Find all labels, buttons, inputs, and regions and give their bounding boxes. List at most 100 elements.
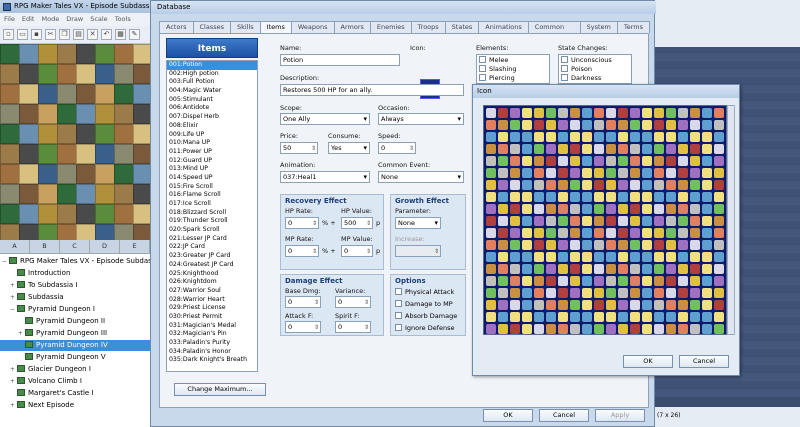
icon-cell[interactable] [582, 324, 592, 334]
icon-cell[interactable] [654, 264, 664, 274]
option-absorb-damage[interactable]: Absorb Damage [395, 312, 457, 321]
tileset-palette[interactable] [0, 44, 150, 240]
icon-cell[interactable] [654, 168, 664, 178]
icon-cell[interactable] [630, 144, 640, 154]
icon-cell[interactable] [630, 216, 640, 226]
icon-cell[interactable] [678, 156, 688, 166]
icon-cell[interactable] [702, 180, 712, 190]
icon-cell[interactable] [642, 312, 652, 322]
icon-cell[interactable] [666, 240, 676, 250]
physical-attack-checkbox[interactable] [395, 288, 402, 295]
icon-cell[interactable] [606, 144, 616, 154]
icon-cell[interactable] [546, 276, 556, 286]
damage-to-mp-checkbox[interactable] [395, 300, 402, 307]
map-tree-item[interactable]: Pyramid Dungeon IV [0, 340, 150, 351]
element-piercing[interactable]: Piercing [479, 74, 515, 83]
state-unconscious[interactable]: Unconscious [561, 56, 612, 65]
item-list-entry[interactable]: 024:Greatest JP Card [167, 261, 257, 270]
item-list-entry[interactable]: 016:Flame Scroll [167, 191, 257, 200]
icon-cell[interactable] [570, 120, 580, 130]
item-list-entry[interactable]: 035:Dark Knight's Breath [167, 356, 257, 365]
tile-tab-b[interactable]: B [30, 240, 60, 253]
icon-cell[interactable] [546, 252, 556, 262]
tab-system[interactable]: System [579, 21, 618, 33]
element-melee-checkbox[interactable] [479, 56, 486, 63]
tile-swatch[interactable] [133, 84, 150, 104]
icon-cell[interactable] [654, 252, 664, 262]
item-list-entry[interactable]: 019:Thunder Scroll [167, 217, 257, 226]
icon-cell[interactable] [666, 168, 676, 178]
icon-cell[interactable] [510, 216, 520, 226]
icon-cell[interactable] [546, 132, 556, 142]
menu-file[interactable]: File [4, 15, 15, 24]
menu-scale[interactable]: Scale [90, 15, 108, 24]
parameter-dropdown[interactable]: None [395, 217, 441, 229]
state-poison-checkbox[interactable] [561, 65, 568, 72]
icon-cancel-button[interactable]: Cancel [679, 355, 729, 368]
icon-cell[interactable] [510, 288, 520, 298]
icon-cell[interactable] [690, 144, 700, 154]
tab-classes[interactable]: Classes [192, 21, 231, 33]
tile-swatch[interactable] [19, 224, 39, 240]
icon-cell[interactable] [618, 276, 628, 286]
icon-cell[interactable] [690, 312, 700, 322]
tile-swatch[interactable] [57, 64, 77, 84]
icon-cell[interactable] [594, 132, 604, 142]
paste-icon[interactable]: ▤ [73, 29, 84, 40]
icon-cell[interactable] [522, 180, 532, 190]
icon-cell[interactable] [546, 312, 556, 322]
icon-cell[interactable] [678, 168, 688, 178]
icon-cell[interactable] [654, 300, 664, 310]
icon-cell[interactable] [606, 168, 616, 178]
element-slashing[interactable]: Slashing [479, 65, 516, 74]
tab-skills[interactable]: Skills [230, 21, 261, 33]
icon-cell[interactable] [630, 252, 640, 262]
icon-cell[interactable] [714, 132, 724, 142]
item-list-entry[interactable]: 002:High potion [167, 70, 257, 79]
icon-cell[interactable] [666, 144, 676, 154]
tile-swatch[interactable] [38, 204, 58, 224]
icon-cell[interactable] [702, 120, 712, 130]
icon-cell[interactable] [606, 108, 616, 118]
mp-value-field[interactable]: 0 [341, 245, 373, 257]
icon-cell[interactable] [714, 216, 724, 226]
icon-cell[interactable] [510, 180, 520, 190]
icon-cell[interactable] [522, 252, 532, 262]
icon-cell[interactable] [666, 216, 676, 226]
speed-field[interactable]: 0 [378, 142, 416, 154]
item-list-entry[interactable]: 032:Magician's Pin [167, 330, 257, 339]
attack-f-field[interactable]: 0 [285, 321, 321, 333]
tile-swatch[interactable] [133, 104, 150, 124]
tile-swatch[interactable] [76, 44, 96, 64]
icon-cell[interactable] [618, 312, 628, 322]
icon-cell[interactable] [582, 240, 592, 250]
icon-cell[interactable] [486, 180, 496, 190]
icon-cell[interactable] [498, 144, 508, 154]
tile-tab-e[interactable]: E [120, 240, 150, 253]
icon-cell[interactable] [654, 228, 664, 238]
icon-cell[interactable] [510, 240, 520, 250]
icon-cell[interactable] [666, 204, 676, 214]
tile-swatch[interactable] [76, 104, 96, 124]
icon-cell[interactable] [666, 156, 676, 166]
item-list-entry[interactable]: 012:Guard UP [167, 157, 257, 166]
icon-cell[interactable] [714, 300, 724, 310]
tile-swatch[interactable] [76, 204, 96, 224]
tile-swatch[interactable] [114, 124, 134, 144]
tile-swatch[interactable] [133, 124, 150, 144]
tile-swatch[interactable] [76, 64, 96, 84]
icon-cell[interactable] [702, 156, 712, 166]
tile-swatch[interactable] [57, 124, 77, 144]
icon-cell[interactable] [654, 156, 664, 166]
element-piercing-checkbox[interactable] [479, 74, 486, 81]
icon-cell[interactable] [486, 168, 496, 178]
icon-cell[interactable] [498, 276, 508, 286]
icon-cell[interactable] [534, 132, 544, 142]
icon-cell[interactable] [546, 288, 556, 298]
icon-cell[interactable] [690, 276, 700, 286]
icon-cell[interactable] [510, 276, 520, 286]
icon-cell[interactable] [618, 156, 628, 166]
icon-cell[interactable] [594, 168, 604, 178]
icon-cell[interactable] [570, 228, 580, 238]
icon-cell[interactable] [510, 300, 520, 310]
